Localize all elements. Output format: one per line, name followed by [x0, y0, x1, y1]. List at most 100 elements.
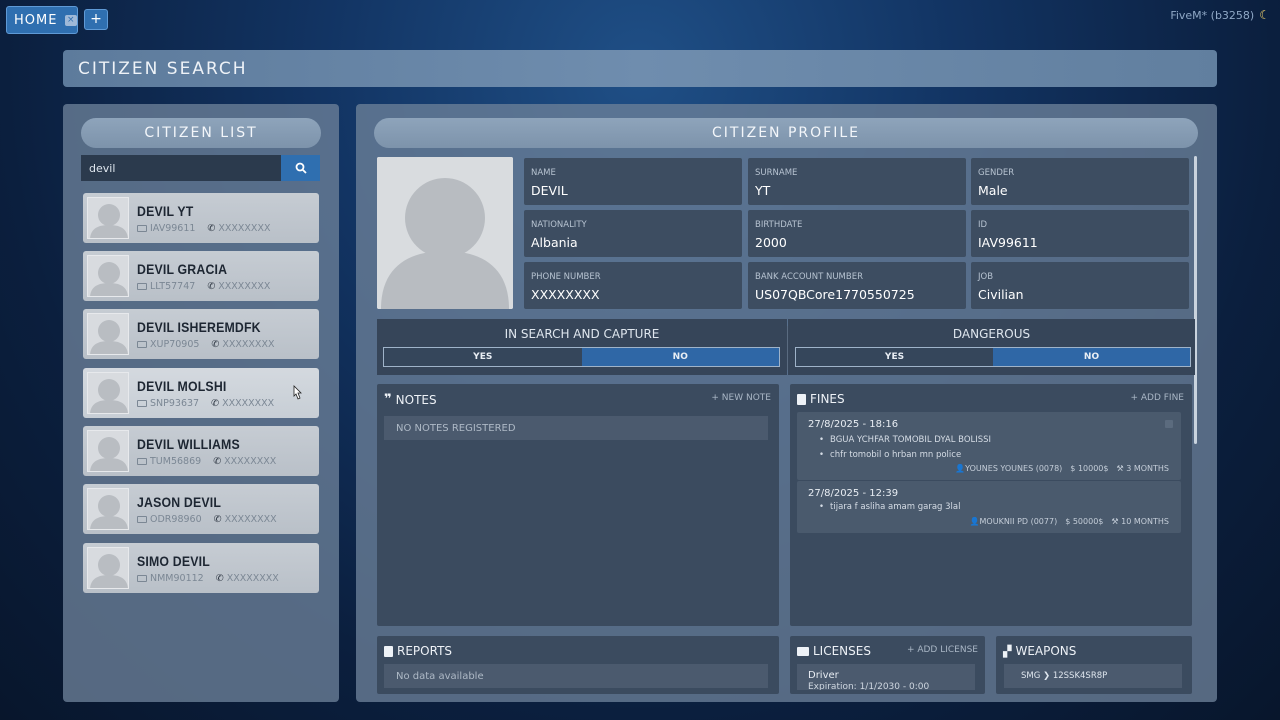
citizen-id: LLT57747 — [150, 280, 196, 292]
dollar-icon: $ 50000$ — [1065, 517, 1104, 526]
id-card-icon — [137, 282, 147, 290]
citizen-id: ODR98960 — [150, 513, 202, 525]
dangerous-yes-button[interactable]: YES — [796, 348, 993, 366]
tab-home[interactable]: HOME × — [6, 6, 78, 34]
citizen-phone: XXXXXXXX — [222, 338, 275, 350]
profile-photo — [377, 157, 513, 309]
add-tab-button[interactable]: + — [84, 9, 108, 30]
citizen-card-info: DEVIL ISHEREMDFK XUP70905 ✆ XXXXXXXX — [137, 319, 278, 350]
citizen-phone-wrap: ✆ XXXXXXXX — [214, 514, 277, 525]
dangerous-toggle: YES NO — [795, 347, 1191, 367]
search-capture-section: IN SEARCH AND CAPTURE YES NO — [377, 319, 787, 375]
add-fine-button[interactable]: + ADD FINE — [1130, 393, 1184, 403]
citizen-card[interactable]: DEVIL MOLSHI SNP93637 ✆ XXXXXXXX — [83, 368, 319, 418]
search-capture-toggle: YES NO — [383, 347, 780, 367]
field-label: ID — [978, 220, 988, 230]
field-value: XXXXXXXX — [531, 287, 600, 302]
citizen-phone-wrap: ✆ XXXXXXXX — [211, 339, 274, 350]
weapon-entry[interactable]: SMG ❯ 12SSK4SR8P — [1004, 664, 1182, 688]
field-nationality: NATIONALITY Albania — [524, 210, 742, 257]
field-label: SURNAME — [755, 168, 798, 178]
weapons-title: ▞ WEAPONS — [1003, 644, 1076, 658]
dangerous-no-button[interactable]: NO — [993, 348, 1190, 366]
search-input[interactable] — [81, 155, 281, 181]
fine-amount: 10000$ — [1077, 464, 1109, 473]
avatar-icon — [90, 554, 128, 588]
close-icon[interactable]: × — [65, 14, 77, 26]
citizen-card[interactable]: JASON DEVIL ODR98960 ✆ XXXXXXXX — [83, 484, 319, 534]
id-card-icon — [137, 224, 147, 232]
weapons-title-label: WEAPONS — [1015, 644, 1077, 658]
field-value: YT — [755, 183, 771, 198]
citizen-phone: XXXXXXXX — [222, 397, 275, 409]
field-surname: SURNAME YT — [748, 158, 966, 205]
field-job: JOB Civilian — [971, 262, 1189, 309]
fine-item: tijara f asliha amam garag 3lal — [819, 502, 960, 512]
citizen-id-wrap: NMM90112 — [137, 573, 204, 584]
fine-date: 27/8/2025 - 12:39 — [808, 488, 899, 499]
citizen-card[interactable]: SIMO DEVIL NMM90112 ✆ XXXXXXXX — [83, 543, 319, 593]
avatar — [87, 372, 129, 414]
quote-icon: ❞ — [384, 392, 392, 407]
search-icon — [295, 162, 307, 174]
new-note-button[interactable]: + NEW NOTE — [711, 393, 771, 403]
license-entry[interactable]: Driver Expiration: 1/1/2030 - 0:00 — [797, 664, 975, 690]
citizen-id: SNP93637 — [150, 397, 200, 409]
citizen-card-info: DEVIL GRACIA LLT57747 ✆ XXXXXXXX — [137, 261, 270, 292]
citizen-card[interactable]: DEVIL WILLIAMS TUM56869 ✆ XXXXXXXX — [83, 426, 319, 476]
citizen-id: XUP70905 — [150, 338, 200, 350]
citizen-card-info: JASON DEVIL ODR98960 ✆ XXXXXXXX — [137, 494, 277, 525]
citizen-id: IAV99611 — [150, 222, 196, 234]
notes-title-label: NOTES — [395, 392, 437, 407]
avatar-icon — [90, 204, 128, 238]
fines-title-label: FINES — [810, 392, 845, 406]
search-button[interactable] — [281, 155, 320, 181]
citizen-name: DEVIL WILLIAMS — [137, 435, 240, 452]
field-gender: GENDER Male — [971, 158, 1189, 205]
fine-item: chfr tomobil o hrban mn police — [819, 450, 961, 460]
fine-entry[interactable]: 27/8/2025 - 18:16 BGUA YCHFAR TOMOBIL DY… — [797, 412, 1181, 480]
mouse-cursor-icon — [293, 385, 302, 400]
citizen-card[interactable]: DEVIL YT IAV99611 ✆ XXXXXXXX — [83, 193, 319, 243]
citizen-phone-wrap: ✆ XXXXXXXX — [213, 456, 276, 467]
citizen-id-wrap: ODR98960 — [137, 514, 202, 525]
citizen-card-info: DEVIL WILLIAMS TUM56869 ✆ XXXXXXXX — [137, 436, 276, 467]
citizen-id: NMM90112 — [150, 572, 204, 584]
fine-delete-icon[interactable] — [1165, 420, 1173, 428]
fines-section: FINES + ADD FINE 27/8/2025 - 18:16 BGUA … — [790, 384, 1192, 626]
phone-icon: ✆ — [211, 397, 220, 409]
fines-title: FINES — [797, 392, 845, 406]
avatar — [87, 313, 129, 355]
build-label: FiveM* (b3258) — [1170, 8, 1255, 22]
id-card-icon — [137, 340, 147, 348]
reports-title: REPORTS — [384, 644, 452, 658]
file-icon — [384, 645, 393, 657]
reports-title-label: REPORTS — [397, 644, 453, 658]
search-capture-yes-button[interactable]: YES — [384, 348, 582, 366]
citizen-profile-panel: CITIZEN PROFILE NAME DEVIL SURNAME YT GE… — [356, 104, 1217, 702]
search-capture-no-button[interactable]: NO — [581, 348, 779, 366]
reports-empty-message: No data available — [384, 664, 768, 688]
citizen-card[interactable]: DEVIL GRACIA LLT57747 ✆ XXXXXXXX — [83, 251, 319, 301]
fine-date: 27/8/2025 - 18:16 — [808, 419, 899, 430]
fine-entry[interactable]: 27/8/2025 - 12:39 tijara f asliha amam g… — [797, 481, 1181, 533]
fine-amount: 50000$ — [1072, 517, 1104, 526]
citizen-meta: NMM90112 ✆ XXXXXXXX — [137, 573, 279, 584]
profile-scrollbar[interactable] — [1194, 156, 1197, 444]
citizen-card-info: DEVIL MOLSHI SNP93637 ✆ XXXXXXXX — [137, 378, 274, 409]
avatar — [87, 488, 129, 530]
citizen-phone: XXXXXXXX — [218, 222, 271, 234]
avatar-icon — [90, 495, 128, 529]
field-label: GENDER — [978, 168, 1015, 178]
moon-icon[interactable]: ☾ — [1259, 8, 1270, 22]
page-title: CITIZEN SEARCH — [78, 58, 248, 79]
citizen-card[interactable]: DEVIL ISHEREMDFK XUP70905 ✆ XXXXXXXX — [83, 309, 319, 359]
phone-icon: ✆ — [215, 572, 224, 584]
fine-time: 10 MONTHS — [1121, 517, 1169, 526]
add-license-button[interactable]: + ADD LICENSE — [907, 645, 978, 655]
license-name: Driver — [808, 670, 839, 681]
citizen-meta: LLT57747 ✆ XXXXXXXX — [137, 281, 270, 292]
search-capture-title: IN SEARCH AND CAPTURE — [504, 327, 660, 341]
dangerous-section: DANGEROUS YES NO — [788, 319, 1195, 375]
field-value: US07QBCore1770550725 — [755, 287, 915, 302]
